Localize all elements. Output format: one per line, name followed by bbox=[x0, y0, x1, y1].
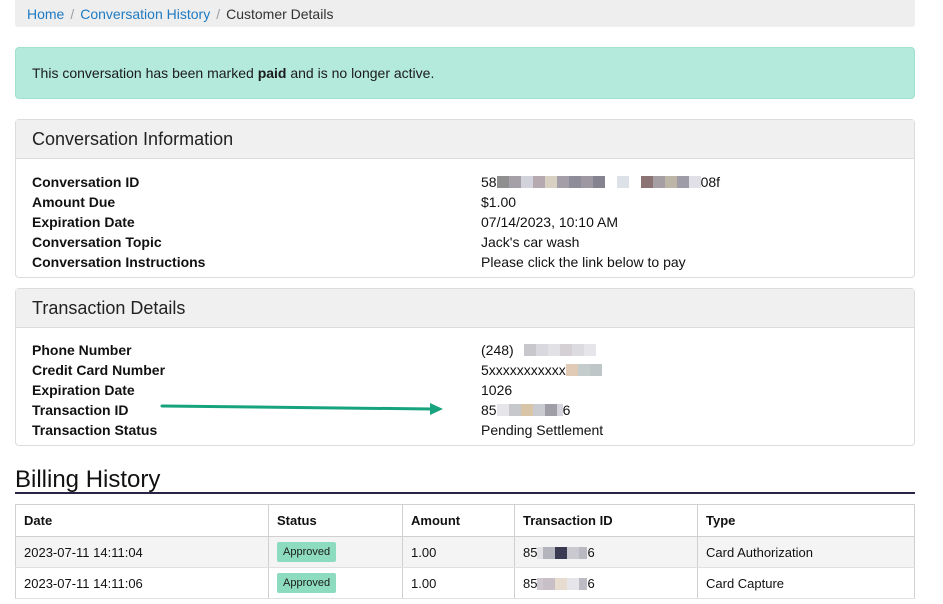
field-value: 85 6 bbox=[481, 402, 570, 418]
field-value: Jack's car wash bbox=[481, 234, 580, 250]
paid-status-alert: This conversation has been marked paid a… bbox=[15, 47, 915, 99]
field-expiration-date: Expiration Date 07/14/2023, 10:10 AM bbox=[32, 212, 898, 232]
field-label: Amount Due bbox=[32, 194, 116, 210]
cell-amount: 1.00 bbox=[402, 567, 515, 599]
field-conversation-topic: Conversation Topic Jack's car wash bbox=[32, 232, 898, 252]
field-value: (248) bbox=[481, 342, 596, 358]
redacted-block bbox=[517, 344, 596, 356]
card-number-start: 5xxxxxxxxxxx bbox=[481, 362, 566, 378]
breadcrumb-history-link[interactable]: Conversation History bbox=[80, 6, 210, 22]
redacted-block bbox=[537, 547, 588, 560]
cell-date: 2023-07-11 14:11:06 bbox=[15, 567, 269, 599]
field-value: 5xxxxxxxxxxx bbox=[481, 362, 602, 378]
field-value: 58 08f bbox=[481, 174, 720, 190]
column-header-date[interactable]: Date bbox=[15, 504, 269, 537]
field-value: 07/14/2023, 10:10 AM bbox=[481, 214, 618, 230]
conversation-id-start: 58 bbox=[481, 174, 497, 190]
conversation-info-card: Conversation Information Conversation ID… bbox=[15, 119, 915, 278]
field-label: Transaction Status bbox=[32, 422, 158, 438]
field-label: Expiration Date bbox=[32, 214, 135, 230]
transaction-details-card: Transaction Details Phone Number (248) C… bbox=[15, 288, 915, 446]
cell-amount: 1.00 bbox=[402, 536, 515, 568]
redacted-block bbox=[565, 364, 602, 376]
field-amount-due: Amount Due $1.00 bbox=[32, 192, 898, 212]
status-badge: Approved bbox=[277, 573, 337, 593]
alert-text-prefix: This conversation has been marked bbox=[32, 65, 258, 81]
redacted-block bbox=[496, 404, 563, 416]
breadcrumb-current: Customer Details bbox=[226, 5, 334, 22]
transaction-id-start: 85 bbox=[481, 402, 497, 418]
transaction-id-start: 85 bbox=[523, 544, 538, 560]
field-label: Conversation Instructions bbox=[32, 254, 206, 270]
cell-transaction-id: 85 6 bbox=[514, 536, 698, 568]
breadcrumb-separator: / bbox=[216, 5, 221, 22]
conversation-info-title: Conversation Information bbox=[16, 120, 914, 159]
field-value: Please click the link below to pay bbox=[481, 254, 686, 270]
column-header-transaction-id[interactable]: Transaction ID bbox=[514, 504, 698, 537]
cell-transaction-id: 85 6 bbox=[514, 567, 698, 599]
alert-status: paid bbox=[257, 65, 287, 81]
redacted-block bbox=[537, 578, 588, 591]
alert-text-suffix: and is no longer active. bbox=[286, 65, 435, 81]
cell-date: 2023-07-11 14:11:04 bbox=[15, 536, 269, 568]
field-phone-number: Phone Number (248) bbox=[32, 340, 898, 360]
field-label: Conversation ID bbox=[32, 174, 140, 190]
breadcrumb: Home / Conversation History / Customer D… bbox=[15, 0, 915, 27]
billing-history-table: Date Status Amount Transaction ID Type 2… bbox=[15, 504, 915, 599]
field-label: Expiration Date bbox=[32, 382, 135, 398]
billing-history-title: Billing History bbox=[15, 466, 915, 494]
column-header-type[interactable]: Type bbox=[697, 504, 915, 537]
cell-status: Approved bbox=[268, 536, 403, 568]
column-header-status[interactable]: Status bbox=[268, 504, 403, 537]
cell-status: Approved bbox=[268, 567, 403, 599]
breadcrumb-separator: / bbox=[70, 5, 75, 22]
field-value: Pending Settlement bbox=[481, 422, 604, 438]
cell-type: Card Authorization bbox=[697, 536, 915, 568]
field-label: Credit Card Number bbox=[32, 362, 166, 378]
field-expiration-date: Expiration Date 1026 bbox=[32, 380, 898, 400]
field-value: 1026 bbox=[481, 382, 513, 398]
annotation-arrow-icon bbox=[160, 403, 443, 415]
field-credit-card-number: Credit Card Number 5xxxxxxxxxxx bbox=[32, 360, 898, 380]
table-row: 2023-07-11 14:11:04 Approved 1.00 85 6 Ca… bbox=[15, 536, 915, 568]
transaction-id-end: 6 bbox=[562, 402, 571, 418]
transaction-details-title: Transaction Details bbox=[16, 289, 914, 328]
column-header-amount[interactable]: Amount bbox=[402, 504, 515, 537]
transaction-id-start: 85 bbox=[523, 575, 538, 591]
cell-type: Card Capture bbox=[697, 567, 915, 599]
breadcrumb-home-link[interactable]: Home bbox=[27, 6, 64, 22]
redacted-block bbox=[496, 176, 701, 188]
status-badge: Approved bbox=[277, 542, 337, 562]
field-conversation-id: Conversation ID 58 08f bbox=[32, 172, 898, 192]
field-transaction-status: Transaction Status Pending Settlement bbox=[32, 420, 898, 440]
field-label: Conversation Topic bbox=[32, 234, 162, 250]
transaction-id-end: 6 bbox=[587, 544, 595, 560]
field-value: $1.00 bbox=[481, 194, 517, 210]
table-row: 2023-07-11 14:11:06 Approved 1.00 85 6 Ca… bbox=[15, 567, 915, 599]
transaction-id-end: 6 bbox=[587, 575, 595, 591]
phone-number-start: (248) bbox=[481, 342, 514, 358]
table-header-row: Date Status Amount Transaction ID Type bbox=[15, 504, 915, 537]
field-conversation-instructions: Conversation Instructions Please click t… bbox=[32, 252, 898, 272]
conversation-id-end: 08f bbox=[700, 174, 721, 190]
field-label: Phone Number bbox=[32, 342, 132, 358]
